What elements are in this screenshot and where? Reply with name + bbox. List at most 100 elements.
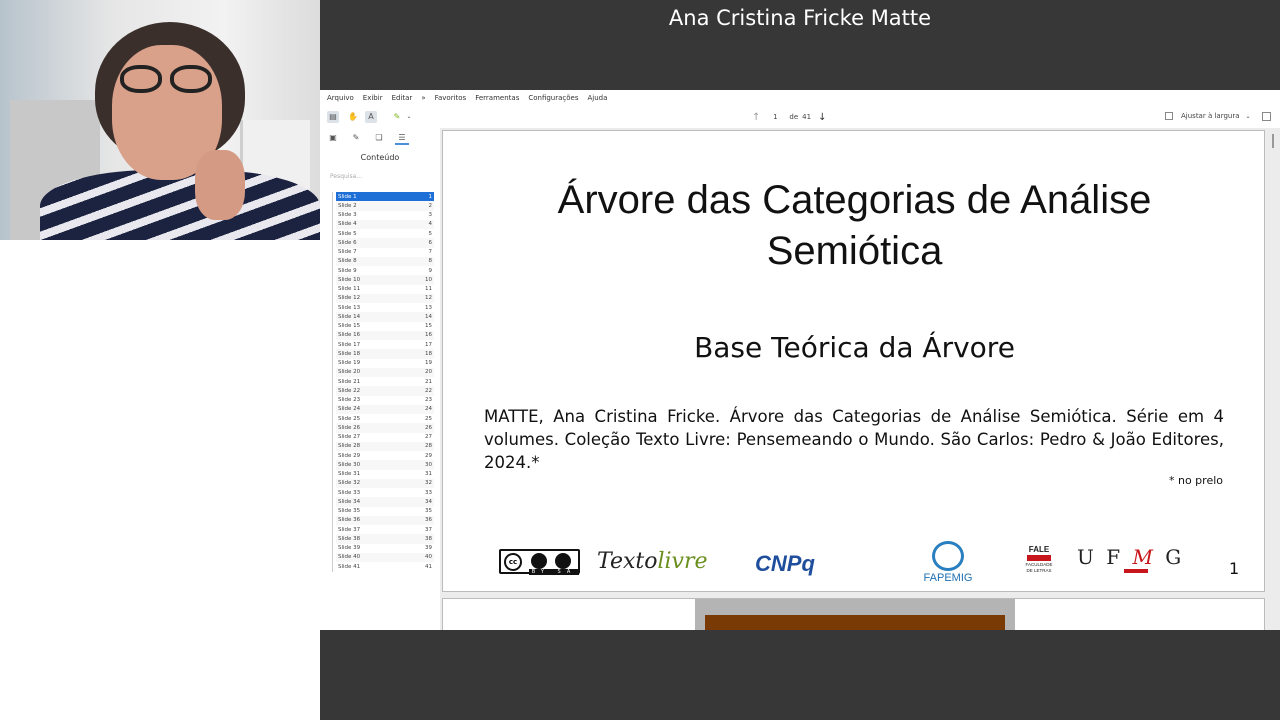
slide-list-item[interactable]: Slide 1 1 bbox=[336, 192, 434, 202]
slide-list-item[interactable]: Slide 22 22 bbox=[336, 386, 434, 396]
slide-list-item[interactable]: Slide 2 2 bbox=[336, 201, 434, 211]
slide-list-item[interactable]: Slide 31 31 bbox=[336, 470, 434, 479]
slide-list-item-label: Slide 35 bbox=[338, 508, 361, 515]
slide-list-item[interactable]: Slide 40 40 bbox=[336, 552, 434, 562]
contents-icon[interactable]: ☰ bbox=[395, 131, 409, 145]
slide-list-item[interactable]: Slide 15 15 bbox=[336, 322, 434, 331]
slide-title-line-1: Árvore das Categorias de Análise bbox=[557, 178, 1152, 222]
slide-list-item[interactable]: Slide 25 25 bbox=[336, 414, 434, 423]
slide-list-item[interactable]: Slide 4 4 bbox=[336, 219, 434, 229]
slide-list-item-label: Slide 19 bbox=[338, 360, 361, 367]
slide-list-item[interactable]: Slide 5 5 bbox=[336, 229, 434, 238]
slide-list-item-page: 39 bbox=[425, 545, 432, 552]
highlighter-icon[interactable]: ✎ bbox=[391, 111, 403, 123]
toolbar: ▤ ✋ A ✎ ⌄ ↑ 1 de 41 ↓ Ajustar à largura … bbox=[320, 106, 1280, 128]
slide-list-item[interactable]: Slide 24 24 bbox=[336, 404, 434, 414]
slide-list-item-label: Slide 17 bbox=[338, 341, 361, 348]
slide-list-item[interactable]: Slide 28 28 bbox=[336, 441, 434, 451]
slide-list-item-page: 9 bbox=[428, 267, 433, 274]
slide-list-item-label: Slide 32 bbox=[338, 480, 361, 487]
slide-list-item[interactable]: Slide 9 9 bbox=[336, 266, 434, 275]
slide-list-item[interactable]: Slide 16 16 bbox=[336, 330, 434, 340]
menu-configuracoes[interactable]: Configurações bbox=[528, 94, 578, 102]
arrow-down-icon[interactable]: ↓ bbox=[818, 112, 826, 123]
zoom-select[interactable]: Ajustar à largura ⌄ bbox=[1165, 112, 1251, 120]
slide-list-item[interactable]: Slide 27 27 bbox=[336, 433, 434, 442]
slide-list-item[interactable]: Slide 23 23 bbox=[336, 396, 434, 405]
bookmark-icon[interactable]: ❏ bbox=[372, 131, 386, 145]
text-select-icon[interactable]: A bbox=[365, 111, 377, 123]
slide-list-item[interactable]: Slide 13 13 bbox=[336, 303, 434, 312]
hand-tool-icon[interactable]: ✋ bbox=[347, 111, 359, 123]
slide-list-item-label: Slide 7 bbox=[338, 249, 357, 256]
slide-list-item[interactable]: Slide 7 7 bbox=[336, 248, 434, 257]
slide-list-item-page: 30 bbox=[425, 461, 432, 468]
fullscreen-icon[interactable] bbox=[1262, 112, 1271, 121]
slide-list-item-page: 16 bbox=[425, 332, 432, 339]
menu-editar[interactable]: Editar bbox=[392, 94, 413, 102]
slide-list-item-label: Slide 13 bbox=[338, 304, 361, 311]
slide-list-item-page: 8 bbox=[428, 258, 433, 265]
menu-favoritos[interactable]: Favoritos bbox=[435, 94, 467, 102]
slide-list-item-label: Slide 37 bbox=[338, 526, 361, 533]
slide-list-item[interactable]: Slide 14 14 bbox=[336, 312, 434, 322]
scrollbar-thumb[interactable] bbox=[1272, 134, 1274, 148]
document-area[interactable]: Árvore das Categorias de Análise Semióti… bbox=[440, 128, 1280, 630]
slide-list-item-page: 13 bbox=[425, 304, 432, 311]
chevron-down-icon[interactable]: ⌄ bbox=[403, 111, 415, 123]
slide-list-item-page: 5 bbox=[428, 230, 433, 237]
fapemig-logo: FAPEMIG bbox=[913, 541, 983, 584]
slide-list-item[interactable]: Slide 32 32 bbox=[336, 478, 434, 488]
slide-list-item-page: 12 bbox=[425, 295, 432, 302]
menu-ajuda[interactable]: Ajuda bbox=[588, 94, 608, 102]
slide-list-item[interactable]: Slide 36 36 bbox=[336, 515, 434, 525]
fale-sub-2: DE LETRAS bbox=[1026, 568, 1052, 573]
slide-list-item-page: 22 bbox=[425, 387, 432, 394]
slide-list-item[interactable]: Slide 39 39 bbox=[336, 544, 434, 553]
slide-list-item[interactable]: Slide 21 21 bbox=[336, 377, 434, 386]
slide-list-item[interactable]: Slide 19 19 bbox=[336, 359, 434, 368]
arrow-up-icon[interactable]: ↑ bbox=[752, 112, 760, 123]
page-number-input[interactable]: 1 bbox=[767, 113, 783, 121]
slide-list-item[interactable]: Slide 37 37 bbox=[336, 525, 434, 534]
slide-list-item-page: 17 bbox=[425, 341, 432, 348]
slide-list-item[interactable]: Slide 35 35 bbox=[336, 507, 434, 516]
sidebar-toggle-icon[interactable]: ▤ bbox=[327, 111, 339, 123]
slide-list-item-label: Slide 23 bbox=[338, 397, 361, 404]
slide-list-item[interactable]: Slide 30 30 bbox=[336, 460, 434, 470]
slide-list-item[interactable]: Slide 34 34 bbox=[336, 497, 434, 507]
slide-list-item[interactable]: Slide 41 41 bbox=[336, 562, 434, 571]
slide-list-item-page: 18 bbox=[425, 350, 432, 357]
slide-list-item[interactable]: Slide 29 29 bbox=[336, 451, 434, 460]
menu-ferramentas[interactable]: Ferramentas bbox=[475, 94, 519, 102]
slide-list-item[interactable]: Slide 10 10 bbox=[336, 275, 434, 285]
cc-icon: cc bbox=[504, 553, 522, 571]
slide-list-item[interactable]: Slide 20 20 bbox=[336, 367, 434, 377]
creative-commons-logo: cc BY SA bbox=[499, 549, 580, 575]
slide-list-item[interactable]: Slide 3 3 bbox=[336, 211, 434, 220]
slide-list-item-label: Slide 26 bbox=[338, 424, 361, 431]
slide-list-item[interactable]: Slide 38 38 bbox=[336, 534, 434, 544]
slide-list-item[interactable]: Slide 17 17 bbox=[336, 340, 434, 349]
menu-overflow[interactable]: » bbox=[421, 94, 425, 102]
slide-list-item-label: Slide 33 bbox=[338, 489, 361, 496]
annotations-icon[interactable]: ✎ bbox=[349, 131, 363, 145]
slide-list-item-label: Slide 6 bbox=[338, 239, 357, 246]
slide-list-item[interactable]: Slide 11 11 bbox=[336, 285, 434, 294]
slide-list-item[interactable]: Slide 12 12 bbox=[336, 293, 434, 303]
sidebar-search-input[interactable]: Pesquisa... bbox=[330, 173, 362, 180]
slide-list-item-label: Slide 40 bbox=[338, 554, 361, 561]
slide-list-item-page: 14 bbox=[425, 313, 432, 320]
slide-list-item[interactable]: Slide 18 18 bbox=[336, 349, 434, 359]
slide-list-item[interactable]: Slide 6 6 bbox=[336, 238, 434, 248]
vertical-scrollbar[interactable] bbox=[1270, 130, 1276, 625]
menu-arquivo[interactable]: Arquivo bbox=[327, 94, 354, 102]
slide-list-item-label: Slide 4 bbox=[338, 221, 357, 228]
slide-list-item[interactable]: Slide 26 26 bbox=[336, 423, 434, 433]
slide-list-item[interactable]: Slide 8 8 bbox=[336, 256, 434, 266]
thumbnails-icon[interactable]: ▣ bbox=[326, 131, 340, 145]
cc-badge-label: BY SA bbox=[529, 569, 579, 575]
slide-list: Slide 1 1 Slide 2 2 Slide 3 3 Slide 4 4 Slide 55… bbox=[336, 192, 434, 571]
slide-list-item[interactable]: Slide 33 33 bbox=[336, 488, 434, 497]
menu-exibir[interactable]: Exibir bbox=[363, 94, 383, 102]
